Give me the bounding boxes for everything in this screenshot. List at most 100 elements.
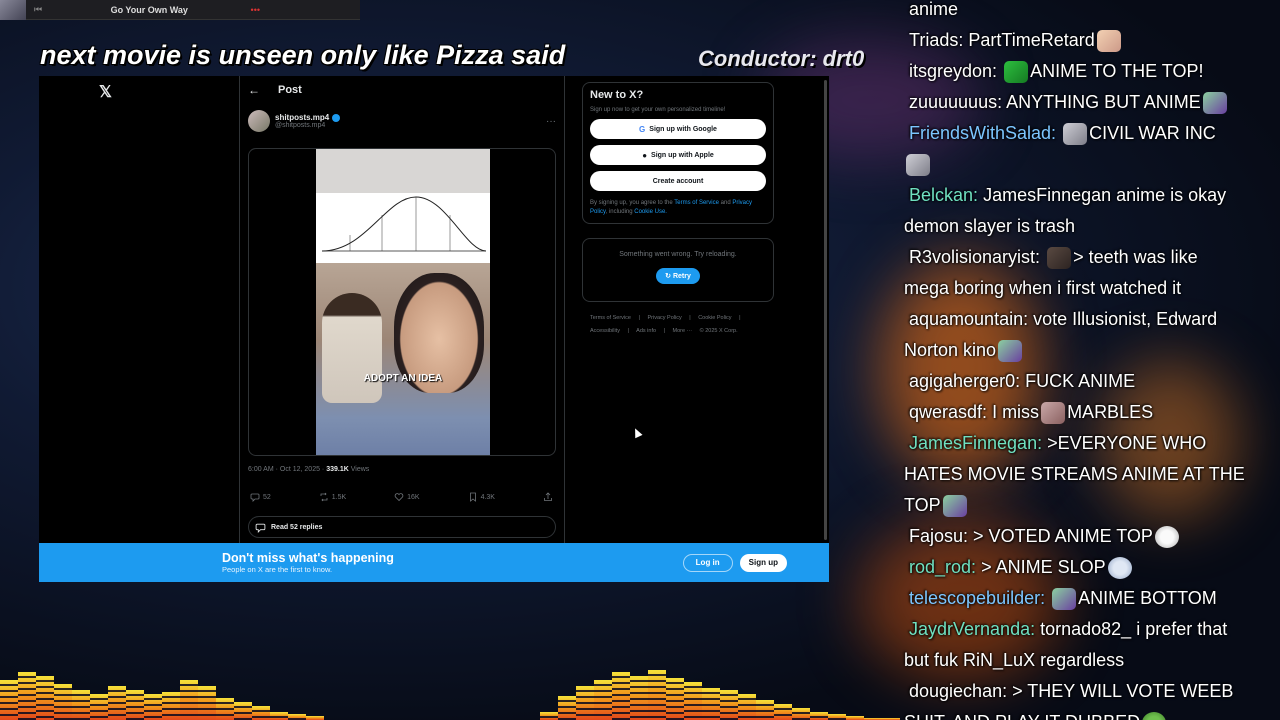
post-actions: 52 1.5K 16K 4.3K [250,492,556,502]
chat-username[interactable]: FriendsWithSalad: [909,123,1056,143]
footer-cookie[interactable]: Cookie Policy [698,315,731,321]
google-signup-label: Sign up with Google [649,125,717,133]
chat-username[interactable]: telescopebuilder: [909,588,1045,608]
post-header: ← Post [240,76,564,104]
google-signup-button[interactable]: G Sign up with Google [590,119,766,139]
signup-button[interactable]: Sign up [739,553,787,572]
chat-text: >EVERYONE WHO [1047,433,1207,453]
more-options-icon[interactable]: ··· [546,116,556,127]
read-replies-button[interactable]: Read 52 replies [248,516,556,538]
visualizer-bar [126,690,144,720]
video-frame[interactable]: ADOPT AN IDEA [316,149,490,455]
legal-text: By signing up, you agree to the Terms of… [590,199,766,217]
verified-badge-icon [332,113,341,122]
author-name-text[interactable]: shitposts.mp4 [275,113,329,122]
back-arrow-icon[interactable]: ← [248,83,260,97]
create-account-button[interactable]: Create account [590,171,766,191]
chat-text: FUCK ANIME [1025,371,1136,391]
footer-privacy[interactable]: Privacy Policy [647,315,681,321]
footer-sep: | [638,315,640,321]
reply-button[interactable]: 52 [250,492,271,502]
author-name[interactable]: shitposts.mp4 [275,113,341,122]
visualizer-bar [594,680,612,720]
chat-message: zuuuuuuus: ANYTHING BUT ANIME [900,87,1280,118]
chat-username[interactable]: Belckan: [909,185,978,205]
bell-curve-chart-image [316,193,490,263]
author-handle[interactable]: @shitposts.mp4 [275,122,340,129]
post-media[interactable]: ADOPT AN IDEA [248,148,556,456]
chat-text: > THEY WILL VOTE WEEB [1012,681,1234,701]
visualizer-bar [756,700,774,720]
chat-username[interactable]: qwerasdf: [909,402,987,422]
footer-sep: | [663,328,665,334]
chat-username[interactable]: rod_rod: [909,557,976,577]
footer-accessibility[interactable]: Accessibility [590,328,620,334]
like-button[interactable]: 16K [394,492,420,502]
visualizer-bar [810,712,828,720]
chat-username[interactable]: JamesFinnegan: [909,433,1042,453]
bookmark-icon [469,492,476,502]
terms-link[interactable]: Terms of Service [674,200,719,206]
chat-username[interactable]: itsgreydon: [909,61,997,81]
emote-icon [1202,92,1227,115]
chat-username[interactable]: anime [909,0,958,19]
emote-icon [1107,557,1132,580]
chat-message: TOP [900,490,1280,521]
stream-caption: next movie is unseen only like Pizza sai… [40,40,566,70]
like-count: 16K [407,493,420,501]
login-button[interactable]: Log in [682,553,733,572]
scrollbar[interactable] [824,80,827,540]
video-person-scene [316,263,490,455]
chat-message: FriendsWithSalad: CIVIL WAR INC [900,118,1280,149]
avatar[interactable] [248,110,270,132]
visualizer-bar [684,682,702,720]
repost-icon [320,492,328,502]
repost-button[interactable]: 1.5K [319,492,346,502]
video-child [322,293,382,403]
emote-icon [1047,247,1072,270]
chat-username[interactable]: Fajosu: [909,526,968,546]
chat-text: demon slayer is trash [904,216,1076,236]
footer-sep: | [689,315,691,321]
banner-subtitle: People on X are the first to know. [222,565,333,574]
visualizer-bar [558,696,576,720]
views-count: 339.1K [326,466,349,473]
retry-button[interactable]: ↻ Retry [656,268,700,284]
post-title: Post [278,84,302,96]
chat-text: ANYTHING BUT ANIME [1006,92,1201,112]
video-caption: ADOPT AN IDEA [363,373,443,384]
skip-back-icon[interactable]: ⏮ [34,4,48,15]
footer-ads-info[interactable]: Ads info [636,328,656,334]
chat-username[interactable]: dougiechan: [909,681,1007,701]
chat-message: dougiechan: > THEY WILL VOTE WEEB [900,676,1280,707]
chat-username[interactable]: Triads: [909,30,963,50]
visualizer-bar [576,686,594,720]
bookmark-button[interactable]: 4.3K [468,492,495,502]
chat-username[interactable]: zuuuuuuus: [909,92,1002,112]
chat-text: mega boring when i first watched it [904,278,1182,298]
share-button[interactable] [543,492,556,502]
chat-username[interactable]: R3volisionaryist: [909,247,1040,267]
retry-label: Retry [672,272,691,280]
chat-message: but fuk RiN_LuX regardless [900,645,1280,676]
new-to-x-title: New to X? [590,89,644,101]
apple-signup-button[interactable]: ● Sign up with Apple [590,145,766,165]
cookie-link[interactable]: Cookie Use. [634,209,667,215]
chat-message: Belckan: JamesFinnegan anime is okay [900,180,1280,211]
chat-message: aquamountain: vote Illusionist, Edward [900,304,1280,335]
reply-icon [250,493,260,502]
chat-username[interactable]: JaydrVernanda: [909,619,1035,639]
chat-username[interactable]: agigaherger0: [909,371,1020,391]
chat-username[interactable]: aquamountain: [909,309,1028,329]
visualizer-bar [702,688,720,720]
chat-text: but fuk RiN_LuX regardless [904,650,1125,670]
more-icon[interactable]: ••• [251,5,260,15]
footer-more[interactable]: More ··· [673,328,693,334]
legal-prefix: By signing up, you agree to the [590,200,673,206]
heart-icon [394,493,404,502]
chat-message: Fajosu: > VOTED ANIME TOP [900,521,1280,552]
new-to-x-box: New to X? Sign up now to get your own pe… [582,82,774,224]
footer-terms[interactable]: Terms of Service [590,315,631,321]
post-date[interactable]: 6:00 AM · Oct 12, 2025 · [248,466,324,473]
x-logo-icon[interactable]: 𝕏 [99,82,112,102]
